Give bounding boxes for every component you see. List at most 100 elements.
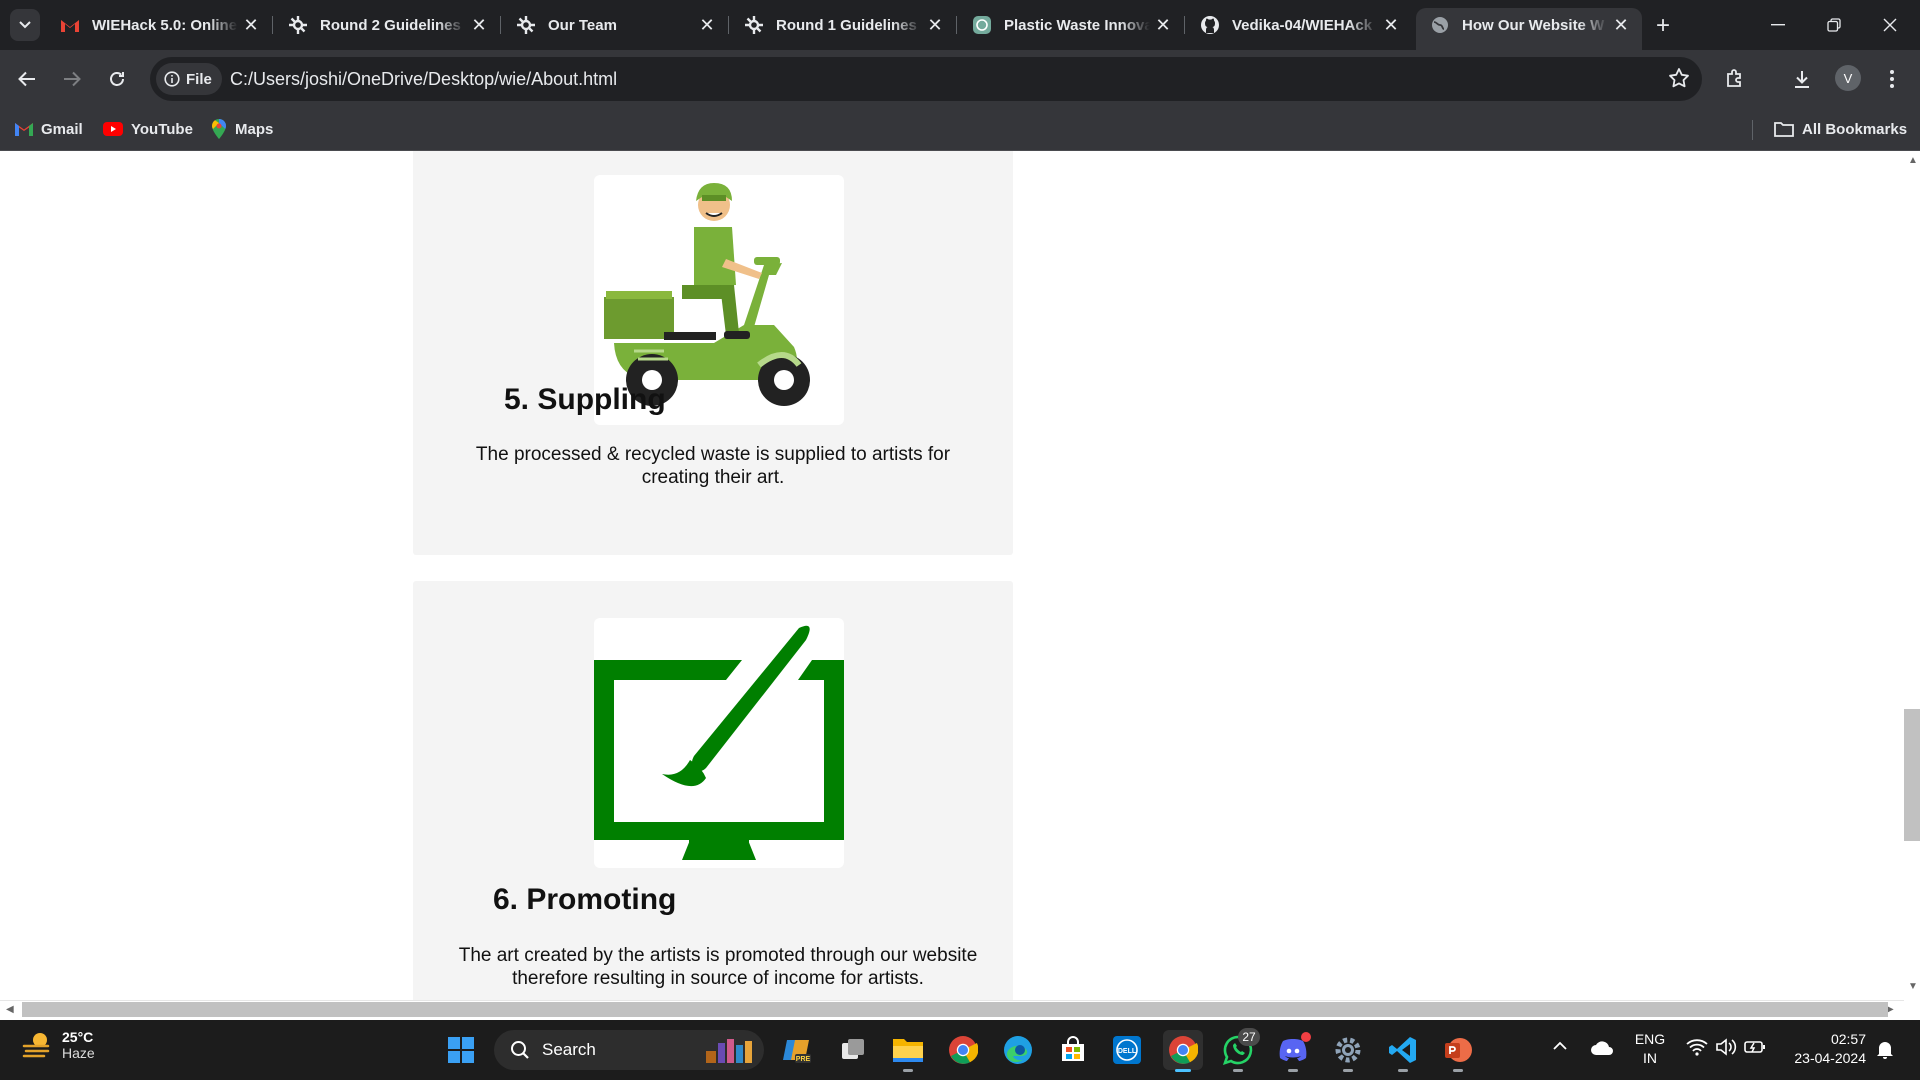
scrollbar-corner — [1904, 1000, 1920, 1020]
bookmark-maps[interactable]: Maps — [211, 117, 273, 141]
tab-title: Our Team — [548, 16, 617, 34]
windows-logo-icon — [448, 1037, 474, 1063]
tray-overflow-chevron-icon[interactable] — [1552, 1038, 1568, 1056]
start-button[interactable] — [441, 1030, 481, 1070]
unstop-icon — [288, 15, 308, 35]
address-bar[interactable]: File C:/Users/joshi/OneDrive/Desktop/wie… — [150, 57, 1702, 101]
battery-charging-icon[interactable] — [1744, 1038, 1766, 1061]
close-tab-icon[interactable]: ✕ — [694, 12, 720, 38]
extensions-button[interactable] — [1718, 62, 1752, 96]
tab-title: Vedika-04/WIEHAck — [1232, 16, 1373, 34]
edge-icon[interactable] — [998, 1030, 1038, 1070]
tab-wiehack[interactable]: WIEHack 5.0: Online ✕ — [46, 8, 273, 42]
scroll-left-arrow-icon[interactable]: ◀ — [6, 1004, 14, 1015]
unstop-icon — [744, 15, 764, 35]
copilot-pre-icon[interactable]: PRE — [777, 1030, 817, 1070]
close-tab-icon[interactable]: ✕ — [1608, 12, 1634, 38]
whatsapp-icon[interactable]: 27 — [1218, 1028, 1260, 1072]
forward-button[interactable] — [55, 62, 89, 96]
url-text[interactable]: C:/Users/joshi/OneDrive/Desktop/wie/Abou… — [230, 57, 617, 101]
all-bookmarks-button[interactable]: All Bookmarks — [1774, 117, 1907, 141]
bookmark-gmail[interactable]: Gmail — [15, 117, 83, 141]
step-description: The art created by the artists is promot… — [458, 945, 978, 989]
horizontal-scroll-thumb[interactable] — [22, 1002, 1888, 1017]
reload-icon — [110, 72, 124, 86]
microsoft-store-icon[interactable] — [1053, 1030, 1093, 1070]
gmail-icon — [15, 123, 33, 136]
settings-gear-icon[interactable] — [1328, 1030, 1368, 1072]
page-viewport: 5. Suppling The processed & recycled was… — [0, 151, 1904, 1000]
weather-condition: Haze — [62, 1045, 95, 1061]
whatsapp-badge: 27 — [1238, 1028, 1260, 1046]
profile-avatar[interactable]: V — [1835, 65, 1861, 91]
vscode-icon[interactable] — [1383, 1030, 1423, 1072]
vertical-scrollbar[interactable]: ▲ ▼ — [1904, 151, 1920, 1000]
bookmarks-bar: Gmail YouTube Maps All Bookmarks — [0, 108, 1920, 151]
lang-region: IN — [1643, 1050, 1657, 1066]
chrome-active-icon[interactable] — [1163, 1030, 1203, 1072]
tab-title: WIEHack 5.0: Online — [92, 16, 238, 34]
globe-icon — [1430, 15, 1450, 35]
task-view-icon[interactable] — [833, 1030, 873, 1070]
tab-title: Plastic Waste Innova — [1004, 16, 1150, 34]
bookmark-youtube[interactable]: YouTube — [103, 117, 193, 141]
tab-how-our-website[interactable]: How Our Website W ✕ — [1416, 8, 1642, 50]
svg-text:DELL: DELL — [1118, 1048, 1137, 1055]
taskbar-search[interactable]: Search — [494, 1030, 764, 1070]
tab-search-button[interactable] — [10, 9, 40, 41]
back-button[interactable] — [10, 62, 44, 96]
dell-icon[interactable]: DELL — [1107, 1030, 1147, 1070]
vertical-scroll-thumb[interactable] — [1904, 709, 1920, 841]
tab-our-team[interactable]: Our Team ✕ — [502, 8, 729, 42]
powerpoint-icon[interactable] — [1438, 1030, 1478, 1072]
tab-round2[interactable]: Round 2 Guidelines ✕ — [274, 8, 501, 42]
gmail-icon — [60, 15, 80, 35]
language-indicator[interactable]: ENG IN — [1632, 1030, 1668, 1068]
bookmark-star-icon[interactable] — [1668, 67, 1690, 94]
discord-icon[interactable] — [1273, 1030, 1313, 1072]
menu-button[interactable] — [1875, 62, 1909, 96]
windows-taskbar: 25°C Haze Search PRE DELL 27 ENG IN 02:5… — [0, 1020, 1920, 1080]
close-tab-icon[interactable]: ✕ — [1378, 12, 1404, 38]
folder-icon — [1774, 122, 1794, 137]
notification-bell-icon[interactable] — [1876, 1039, 1894, 1064]
tab-github[interactable]: Vedika-04/WIEHAck ✕ — [1186, 8, 1412, 42]
step-title: 6. Promoting — [493, 883, 677, 916]
close-tab-icon[interactable]: ✕ — [238, 12, 264, 38]
downloads-button[interactable] — [1785, 62, 1819, 96]
download-icon — [1795, 71, 1809, 88]
onedrive-cloud-icon[interactable] — [1590, 1040, 1614, 1061]
maps-icon — [212, 119, 226, 139]
scroll-down-arrow-icon[interactable]: ▼ — [1908, 981, 1918, 992]
notification-dot — [1301, 1032, 1311, 1042]
close-tab-icon[interactable]: ✕ — [1150, 12, 1176, 38]
chrome-icon[interactable] — [943, 1030, 983, 1070]
system-clock[interactable]: 02:57 23-04-2024 — [1784, 1030, 1866, 1068]
kebab-menu-icon — [1890, 70, 1894, 88]
minimize-button[interactable] — [1750, 0, 1806, 50]
tab-title: Round 1 Guidelines — [776, 16, 917, 34]
bookmark-label: Maps — [235, 120, 274, 138]
close-window-button[interactable] — [1862, 0, 1918, 50]
info-icon — [164, 71, 180, 87]
weather-widget[interactable]: 25°C Haze — [22, 1029, 95, 1061]
restore-button[interactable] — [1806, 0, 1862, 50]
puzzle-icon — [1727, 69, 1741, 87]
lang-code: ENG — [1634, 1031, 1666, 1047]
file-explorer-icon[interactable] — [888, 1030, 928, 1072]
browser-toolbar: File C:/Users/joshi/OneDrive/Desktop/wie… — [0, 50, 1920, 108]
close-tab-icon[interactable]: ✕ — [922, 12, 948, 38]
tab-round1[interactable]: Round 1 Guidelines ✕ — [730, 8, 957, 42]
reload-button[interactable] — [100, 62, 134, 96]
close-tab-icon[interactable]: ✕ — [466, 12, 492, 38]
tab-plastic-waste[interactable]: Plastic Waste Innova ✕ — [958, 8, 1185, 42]
site-info-chip[interactable]: File — [156, 63, 222, 95]
youtube-icon — [103, 122, 123, 136]
tab-title: Round 2 Guidelines — [320, 16, 461, 34]
volume-icon[interactable] — [1715, 1038, 1737, 1061]
wifi-icon[interactable] — [1686, 1038, 1708, 1061]
scroll-up-arrow-icon[interactable]: ▲ — [1908, 155, 1918, 166]
chevron-down-icon — [19, 21, 31, 29]
unstop-icon — [516, 15, 536, 35]
new-tab-button[interactable]: + — [1648, 11, 1678, 41]
